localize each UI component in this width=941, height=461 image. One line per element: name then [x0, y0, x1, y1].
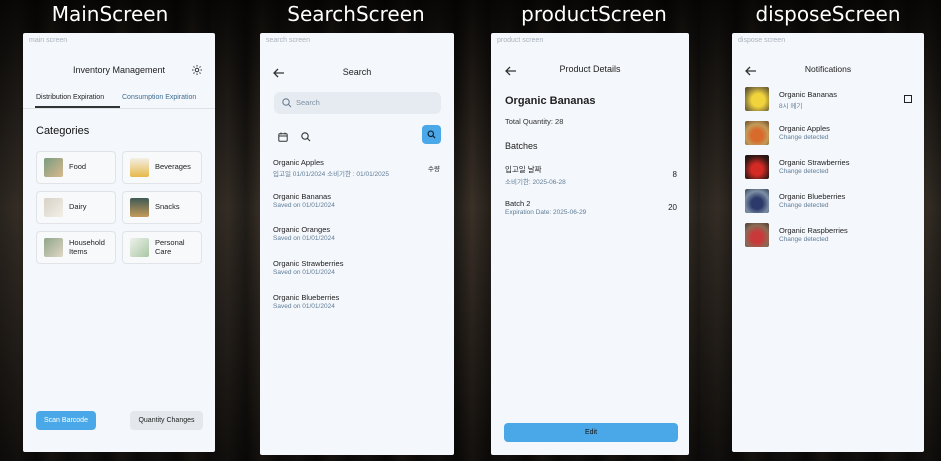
apples-thumbnail: [745, 121, 769, 145]
bananas-thumbnail: [745, 87, 769, 111]
list-item[interactable]: Organic Bananas Saved on 01/01/2024: [273, 192, 335, 209]
select-checkbox[interactable]: [904, 95, 912, 103]
page-title: Search: [342, 67, 372, 77]
personal-care-thumbnail: [130, 238, 149, 257]
batch-row[interactable]: 입고일 날짜 소비기한: 2025-06-28 8: [505, 164, 677, 186]
total-quantity: Total Quantity: 28: [505, 117, 564, 126]
notification-item[interactable]: Organic Strawberries Change detected: [745, 155, 915, 181]
item-title: Organic Strawberries: [779, 158, 850, 167]
item-subtitle: Saved on 01/01/2024: [273, 202, 335, 209]
dairy-thumbnail: [44, 198, 63, 217]
item-subtitle: Change detected: [779, 168, 829, 175]
batch-quantity: 8: [672, 170, 677, 179]
tab-consumption-expiration[interactable]: Consumption Expiration: [122, 94, 196, 101]
search-icon: [427, 130, 436, 139]
item-title: Organic Bananas: [273, 192, 331, 201]
category-label: Snacks: [155, 202, 180, 212]
item-subtitle: 입고일 01/01/2024 소비기한 : 01/01/2025: [273, 171, 389, 178]
list-item[interactable]: Organic Apples 입고일 01/01/2024 소비기한 : 01/…: [273, 158, 389, 178]
screen-tag: search screen: [266, 37, 310, 44]
page-title: Notifications: [804, 64, 852, 74]
quantity-label: 수량: [428, 166, 440, 173]
search-icon[interactable]: [301, 129, 311, 142]
item-subtitle: Saved on 01/01/2024: [273, 269, 335, 276]
search-input[interactable]: Search: [274, 92, 441, 114]
dispose-screen: dispose screen Notifications Organic Ban…: [732, 33, 924, 452]
item-title: Organic Bananas: [779, 90, 837, 99]
screen-tag: product screen: [497, 37, 544, 44]
raspberries-thumbnail: [745, 223, 769, 247]
category-label: Household Items: [69, 238, 105, 256]
category-label: Dairy: [69, 202, 87, 212]
product-name: Organic Bananas: [505, 95, 596, 107]
edit-button[interactable]: Edit: [504, 423, 678, 442]
calendar-icon[interactable]: [278, 129, 288, 142]
category-dairy[interactable]: Dairy: [36, 191, 116, 224]
category-snacks[interactable]: Snacks: [122, 191, 202, 224]
gear-icon[interactable]: [191, 63, 203, 75]
divider: [23, 108, 215, 109]
item-subtitle: Change detected: [779, 236, 829, 243]
food-thumbnail: [44, 158, 63, 177]
screen-tag: dispose screen: [738, 37, 786, 44]
batch-subtitle: 소비기한: 2025-06-28: [505, 179, 566, 186]
batches-title: Batches: [505, 141, 538, 151]
item-subtitle: Change detected: [779, 134, 829, 141]
screen-tag: main screen: [29, 37, 68, 44]
list-item[interactable]: Organic Oranges Saved on 01/01/2024: [273, 225, 335, 242]
batch-row[interactable]: Batch 2 Expiration Date: 2025-06-29 20: [505, 199, 677, 216]
quantity-changes-button[interactable]: Quantity Changes: [130, 411, 203, 430]
list-item[interactable]: Organic Strawberries Saved on 01/01/2024: [273, 259, 343, 276]
search-icon: [282, 98, 292, 108]
search-screen-title: SearchScreen: [287, 2, 425, 26]
scan-button[interactable]: [422, 125, 441, 144]
item-title: Organic Blueberries: [273, 293, 340, 302]
blueberries-thumbnail: [745, 189, 769, 213]
category-food[interactable]: Food: [36, 151, 116, 184]
page-title: Inventory Management: [72, 65, 166, 75]
batch-title: 입고일 날짜: [505, 165, 542, 174]
product-screen: product screen Product Details Organic B…: [491, 33, 689, 455]
item-title: Organic Blueberries: [779, 192, 846, 201]
category-personal-care[interactable]: Personal Care: [122, 231, 202, 264]
category-household-items[interactable]: Household Items: [36, 231, 116, 264]
dispose-screen-title: disposeScreen: [755, 2, 901, 26]
item-title: Organic Raspberries: [779, 226, 848, 235]
section-title: Categories: [36, 125, 90, 137]
notification-item[interactable]: Organic Blueberries Change detected: [745, 189, 915, 215]
tab-distribution-expiration[interactable]: Distribution Expiration: [36, 94, 104, 101]
item-subtitle: 8시 메기: [779, 103, 803, 110]
list-item[interactable]: Organic Blueberries Saved on 01/01/2024: [273, 293, 339, 310]
batch-title: Batch 2: [505, 199, 531, 208]
main-screen-title: MainScreen: [51, 2, 169, 26]
category-label: Beverages: [155, 162, 191, 172]
item-subtitle: Change detected: [779, 202, 829, 209]
category-beverages[interactable]: Beverages: [122, 151, 202, 184]
notification-item[interactable]: Organic Apples Change detected: [745, 121, 915, 147]
notification-item[interactable]: Organic Raspberries Change detected: [745, 223, 915, 249]
item-title: Organic Strawberries: [273, 259, 344, 268]
snacks-thumbnail: [130, 198, 149, 217]
household-thumbnail: [44, 238, 63, 257]
category-label: Food: [69, 162, 87, 172]
page-title: Product Details: [559, 64, 621, 74]
scan-barcode-button[interactable]: Scan Barcode: [36, 411, 96, 430]
item-title: Organic Apples: [779, 124, 830, 133]
item-subtitle: Saved on 01/01/2024: [273, 303, 335, 310]
search-placeholder: Search: [296, 98, 320, 107]
batch-quantity: 20: [668, 203, 677, 212]
product-screen-title: productScreen: [521, 2, 667, 26]
strawberries-thumbnail: [745, 155, 769, 179]
item-subtitle: Saved on 01/01/2024: [273, 235, 335, 242]
notification-item[interactable]: Organic Bananas 8시 메기: [745, 87, 915, 113]
main-screen: main screen Inventory Management Distrib…: [23, 33, 215, 452]
item-title: Organic Apples: [273, 158, 324, 167]
batch-subtitle: Expiration Date: 2025-06-29: [505, 209, 587, 216]
category-label: Personal Care: [155, 238, 185, 256]
item-title: Organic Oranges: [273, 225, 331, 234]
beverages-thumbnail: [130, 158, 149, 177]
search-screen: search screen Search Search 수량 Organic A…: [260, 33, 454, 455]
